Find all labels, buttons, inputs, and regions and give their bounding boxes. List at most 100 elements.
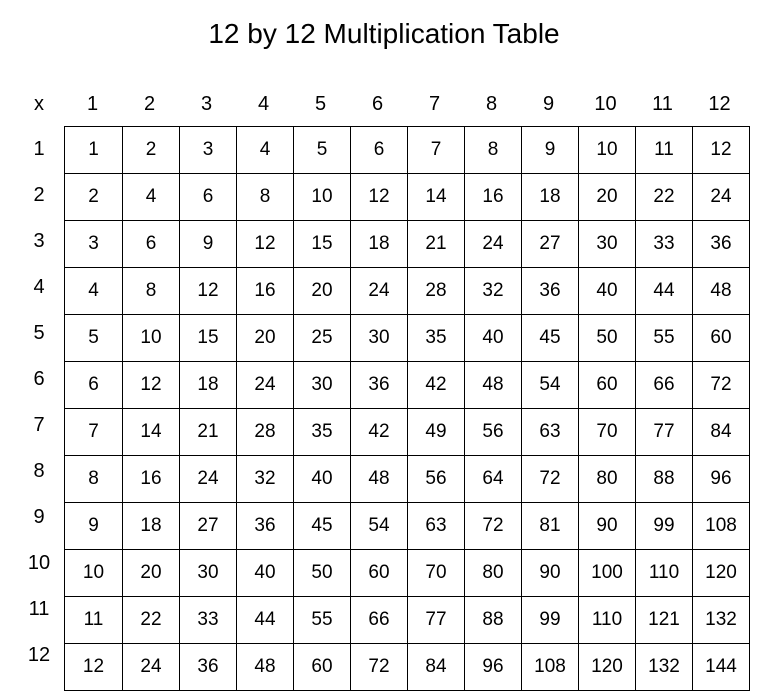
table-cell: 88 — [635, 456, 692, 502]
multiplication-table: x 1 2 3 4 5 6 7 8 9 10 11 12 1 2 3 4 5 6… — [14, 82, 754, 691]
table-row: 61218243036424854606672 — [65, 361, 749, 408]
table-cell: 11 — [635, 127, 692, 173]
table-cell: 18 — [350, 221, 407, 267]
table-cell: 120 — [692, 550, 749, 596]
table-cell: 77 — [635, 409, 692, 455]
table-cell: 12 — [122, 362, 179, 408]
row-header: 2 — [14, 172, 64, 218]
table-cell: 144 — [692, 644, 749, 690]
table-cell: 48 — [464, 362, 521, 408]
table-cell: 55 — [293, 597, 350, 643]
table-cell: 56 — [407, 456, 464, 502]
table-cell: 70 — [407, 550, 464, 596]
row-header: 10 — [14, 540, 64, 586]
table-cell: 24 — [464, 221, 521, 267]
table-cell: 60 — [350, 550, 407, 596]
table-cell: 6 — [122, 221, 179, 267]
col-header: 8 — [463, 93, 520, 116]
table-cell: 15 — [293, 221, 350, 267]
row-header: 7 — [14, 402, 64, 448]
table-cell: 9 — [521, 127, 578, 173]
row-header: 11 — [14, 586, 64, 632]
table-cell: 45 — [293, 503, 350, 549]
table-cell: 64 — [464, 456, 521, 502]
table-cell: 11 — [65, 597, 122, 643]
row-header: 3 — [14, 218, 64, 264]
row-header: 12 — [14, 632, 64, 678]
table-cell: 27 — [179, 503, 236, 549]
table-row: 123456789101112 — [65, 127, 749, 173]
table-cell: 72 — [692, 362, 749, 408]
table-cell: 80 — [464, 550, 521, 596]
row-header: 6 — [14, 356, 64, 402]
table-cell: 42 — [407, 362, 464, 408]
table-cell: 110 — [578, 597, 635, 643]
table-cell: 56 — [464, 409, 521, 455]
table-row: 51015202530354045505560 — [65, 314, 749, 361]
table-cell: 100 — [578, 550, 635, 596]
table-cell: 16 — [464, 174, 521, 220]
table-cell: 36 — [521, 268, 578, 314]
column-header-row: x 1 2 3 4 5 6 7 8 9 10 11 12 — [14, 82, 754, 126]
table-cell: 80 — [578, 456, 635, 502]
table-cell: 18 — [521, 174, 578, 220]
table-cell: 28 — [407, 268, 464, 314]
table-cell: 6 — [350, 127, 407, 173]
table-row: 112233445566778899110121132 — [65, 596, 749, 643]
col-header: 1 — [64, 93, 121, 116]
table-cell: 2 — [122, 127, 179, 173]
row-header: 4 — [14, 264, 64, 310]
table-cell: 60 — [293, 644, 350, 690]
table-cell: 36 — [692, 221, 749, 267]
table-cell: 84 — [407, 644, 464, 690]
table-cell: 63 — [407, 503, 464, 549]
table-cell: 77 — [407, 597, 464, 643]
col-header: 9 — [520, 93, 577, 116]
table-cell: 14 — [407, 174, 464, 220]
table-cell: 50 — [578, 315, 635, 361]
col-header: 10 — [577, 93, 634, 116]
table-cell: 40 — [236, 550, 293, 596]
table-cell: 3 — [179, 127, 236, 173]
table-cell: 8 — [236, 174, 293, 220]
table-cell: 12 — [65, 644, 122, 690]
corner-label: x — [14, 93, 64, 116]
table-cell: 40 — [578, 268, 635, 314]
table-cell: 99 — [635, 503, 692, 549]
row-header: 1 — [14, 126, 64, 172]
table-cell: 8 — [65, 456, 122, 502]
table-cell: 9 — [65, 503, 122, 549]
table-cell: 108 — [521, 644, 578, 690]
table-cell: 30 — [179, 550, 236, 596]
table-cell: 24 — [692, 174, 749, 220]
table-cell: 45 — [521, 315, 578, 361]
table-cell: 84 — [692, 409, 749, 455]
table-cell: 48 — [692, 268, 749, 314]
table-cell: 9 — [179, 221, 236, 267]
table-cell: 15 — [179, 315, 236, 361]
table-cell: 20 — [236, 315, 293, 361]
table-cell: 132 — [635, 644, 692, 690]
table-cell: 132 — [692, 597, 749, 643]
table-row: 71421283542495663707784 — [65, 408, 749, 455]
page-title: 12 by 12 Multiplication Table — [14, 18, 754, 50]
table-cell: 21 — [407, 221, 464, 267]
row-header: 5 — [14, 310, 64, 356]
table-cell: 12 — [692, 127, 749, 173]
table-cell: 70 — [578, 409, 635, 455]
table-cell: 1 — [65, 127, 122, 173]
table-cell: 49 — [407, 409, 464, 455]
table-cell: 3 — [65, 221, 122, 267]
table-cell: 110 — [635, 550, 692, 596]
table-cell: 35 — [407, 315, 464, 361]
table-row: 81624324048566472808896 — [65, 455, 749, 502]
table-cell: 32 — [464, 268, 521, 314]
table-cell: 36 — [236, 503, 293, 549]
table-cell: 99 — [521, 597, 578, 643]
table-cell: 36 — [179, 644, 236, 690]
table-cell: 22 — [122, 597, 179, 643]
table-cell: 10 — [122, 315, 179, 361]
table-cell: 42 — [350, 409, 407, 455]
table-row: 918273645546372819099108 — [65, 502, 749, 549]
table-cell: 12 — [350, 174, 407, 220]
